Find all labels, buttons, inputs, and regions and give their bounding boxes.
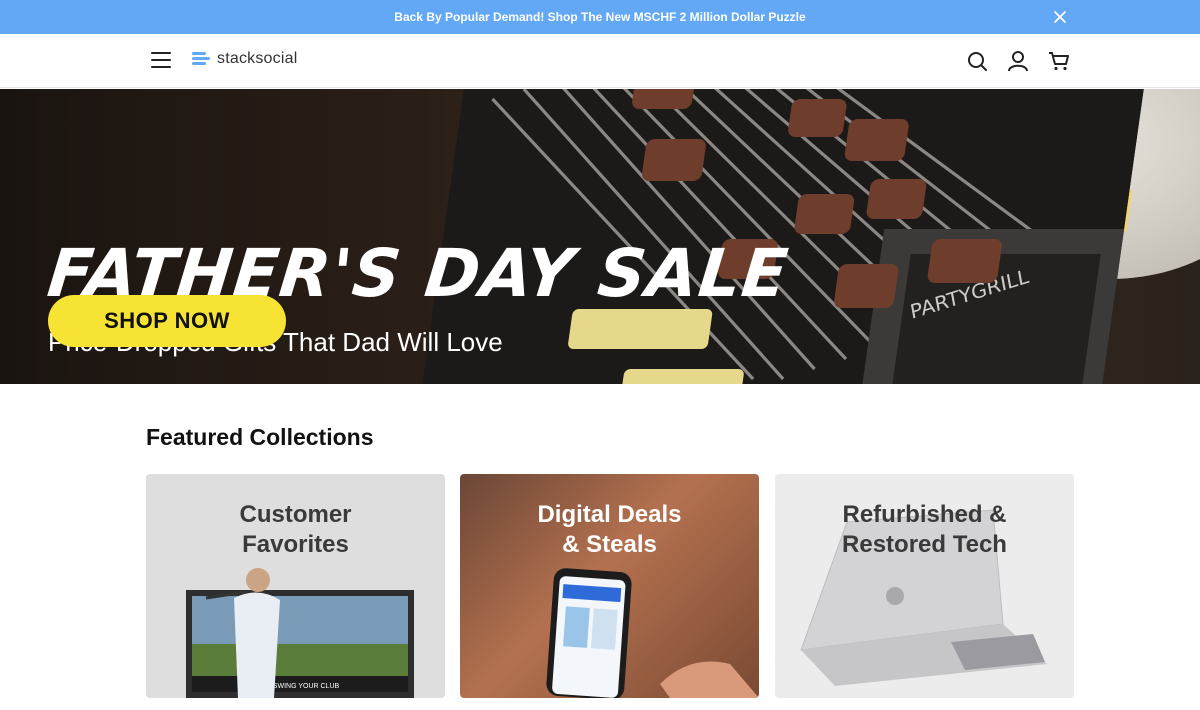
- collection-card-refurbished-tech[interactable]: Refurbished & Restored Tech: [775, 474, 1074, 698]
- site-header: stacksocial: [0, 34, 1200, 88]
- account-icon[interactable]: [1007, 50, 1029, 72]
- announcement-text[interactable]: Back By Popular Demand! Shop The New MSC…: [394, 10, 805, 24]
- search-icon[interactable]: [966, 50, 988, 72]
- collection-card-customer-favorites[interactable]: Customer Favorites SWING YOUR CLUB: [146, 474, 445, 698]
- featured-collections-heading: Featured Collections: [146, 424, 374, 450]
- logo-mark-icon: [192, 51, 210, 67]
- collection-card-digital-deals[interactable]: Digital Deals & Steals: [460, 474, 759, 698]
- phone-image: [546, 568, 759, 698]
- logo[interactable]: stacksocial: [192, 50, 297, 68]
- collection-card-title: Refurbished & Restored Tech: [842, 501, 1007, 558]
- logo-text: stacksocial: [217, 50, 298, 67]
- menu-icon[interactable]: [151, 52, 171, 68]
- screen-caption: SWING YOUR CLUB: [273, 683, 340, 690]
- shop-now-button[interactable]: SHOP NOW: [48, 295, 286, 347]
- announcement-bar[interactable]: Back By Popular Demand! Shop The New MSC…: [0, 0, 1200, 34]
- cart-icon[interactable]: [1048, 50, 1070, 72]
- close-icon[interactable]: [1052, 9, 1068, 25]
- golf-simulator-image: SWING YOUR CLUB: [186, 568, 414, 698]
